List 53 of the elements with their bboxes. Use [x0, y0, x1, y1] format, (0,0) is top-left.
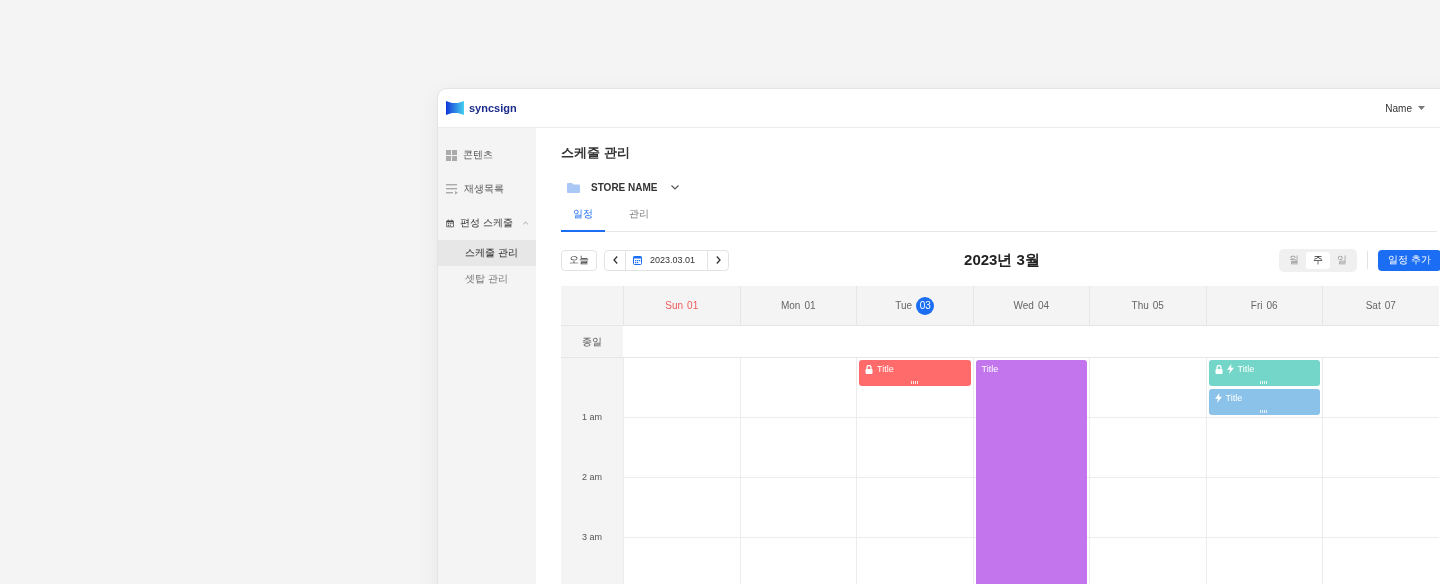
store-selector[interactable]: STORE NAME — [567, 182, 679, 193]
chevron-down-icon — [670, 185, 679, 190]
date-number[interactable]: 01 — [687, 296, 699, 315]
logo-icon — [446, 101, 464, 115]
chevron-icon — [522, 221, 528, 225]
lightning-icon — [1214, 393, 1222, 403]
lock-icon — [865, 364, 873, 374]
calendar-icon — [633, 255, 642, 265]
weekday-label: Sun — [665, 300, 684, 311]
weekday-label: Tue — [895, 300, 913, 311]
drag-handle-icon[interactable] — [1260, 381, 1269, 384]
page-title: 스케줄 관리 — [561, 144, 631, 162]
date-number[interactable]: 06 — [1266, 296, 1278, 315]
chevron-right-icon — [715, 256, 721, 264]
date-number[interactable]: 03 — [916, 296, 935, 315]
add-event-button[interactable]: 일정 추가 — [1378, 249, 1440, 271]
user-menu[interactable]: Name — [1385, 102, 1425, 114]
date-number[interactable]: 04 — [1037, 296, 1049, 315]
view-option[interactable]: 주 — [1306, 251, 1331, 269]
sidebar-subitem[interactable]: 스케줄 관리 — [438, 240, 536, 266]
folder-icon — [567, 182, 580, 193]
event-block[interactable]: Title — [975, 360, 1087, 584]
today-button[interactable]: 오늘 — [561, 249, 597, 271]
weekday-label: Thu — [1131, 300, 1149, 311]
month-title: 2023년 3월 — [964, 250, 1040, 270]
date-number[interactable]: 05 — [1152, 296, 1164, 315]
tab[interactable]: 관리 — [617, 207, 661, 232]
time-label: 3 am — [582, 532, 602, 542]
tab[interactable]: 일정 — [561, 207, 605, 232]
lock-icon — [1214, 364, 1223, 374]
all-day-label: 종일 — [561, 326, 623, 358]
sidebar-item[interactable]: 편성 스케줄 — [438, 206, 536, 240]
calendar-icon — [446, 217, 455, 229]
caret-icon — [1418, 106, 1425, 110]
weekday-label: Fri — [1250, 300, 1263, 311]
chevron-left-icon — [612, 256, 618, 264]
weekday-label: Wed — [1013, 300, 1034, 311]
weekday-label: Mon — [780, 300, 801, 311]
date-text[interactable]: 2023.03.01 — [650, 255, 696, 265]
list-icon — [446, 183, 458, 195]
sidebar-subitem[interactable]: 셋탑 관리 — [438, 266, 536, 292]
lightning-icon — [1226, 364, 1234, 374]
grid-icon — [446, 149, 457, 161]
logo-text: syncsign — [469, 102, 517, 114]
date-number[interactable]: 01 — [804, 296, 816, 315]
drag-handle-icon[interactable] — [1260, 410, 1269, 413]
time-label: 1 am — [582, 412, 602, 422]
time-label: 2 am — [582, 472, 602, 482]
sidebar-item[interactable]: 재생목록 — [438, 172, 536, 206]
date-number[interactable]: 07 — [1384, 296, 1396, 315]
drag-handle-icon[interactable] — [910, 381, 919, 384]
weekday-label: Sat — [1365, 300, 1381, 311]
sidebar-item[interactable]: 콘텐츠 — [438, 138, 536, 172]
